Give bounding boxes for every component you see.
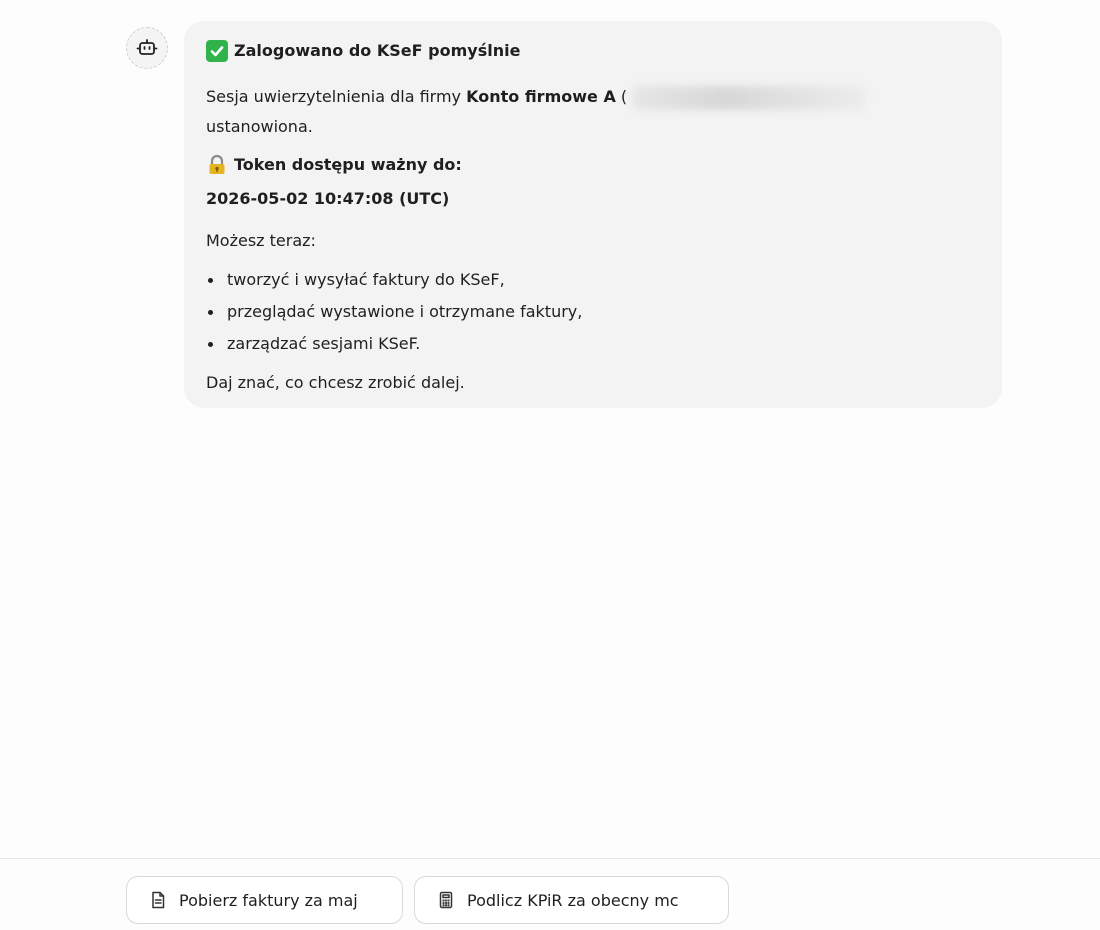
suggestion-button-download-invoices[interactable]: Pobierz faktury za maj <box>126 876 403 924</box>
capabilities-list: tworzyć i wysyłać faktury do KSeF, przeg… <box>206 264 980 360</box>
footer-divider <box>0 858 1100 859</box>
suggestion-label: Pobierz faktury za maj <box>179 890 358 910</box>
company-name: Konto firmowe A <box>466 87 616 106</box>
assistant-message-bubble: Zalogowano do KSeF pomyślnie Sesja uwier… <box>184 21 1002 408</box>
session-suffix: ustanowiona. <box>206 117 313 136</box>
list-item: zarządzać sesjami KSeF. <box>206 328 980 360</box>
list-item: przeglądać wystawione i otrzymane faktur… <box>206 296 980 328</box>
bullet <box>208 342 213 347</box>
message-title: Zalogowano do KSeF pomyślnie <box>206 40 980 62</box>
robot-icon <box>136 37 158 59</box>
token-expiry: 2026-05-02 10:47:08 (UTC) <box>206 189 450 208</box>
bullet <box>208 278 213 283</box>
suggestion-label: Podlicz KPiR za obecny mc <box>467 890 679 910</box>
calculator-icon <box>437 891 455 909</box>
bot-avatar <box>126 27 168 69</box>
suggestion-button-count-kpir[interactable]: Podlicz KPiR za obecny mc <box>414 876 729 924</box>
redacted-nip <box>633 85 866 110</box>
session-paragraph: Sesja uwierzytelnienia dla firmy Konto f… <box>206 82 980 142</box>
chat-page: Zalogowano do KSeF pomyślnie Sesja uwier… <box>0 0 1100 930</box>
list-item-text: przeglądać wystawione i otrzymane faktur… <box>227 302 583 321</box>
list-item-text: zarządzać sesjami KSeF. <box>227 334 421 353</box>
session-prefix: Sesja uwierzytelnienia dla firmy <box>206 87 467 106</box>
bullet <box>208 310 213 315</box>
message-title-text: Zalogowano do KSeF pomyślnie <box>234 41 521 60</box>
list-item: tworzyć i wysyłać faktury do KSeF, <box>206 264 980 296</box>
list-item-text: tworzyć i wysyłać faktury do KSeF, <box>227 270 505 289</box>
lock-with-key-icon <box>206 154 228 176</box>
check-mark-icon <box>206 40 228 62</box>
token-label: Token dostępu ważny do: <box>234 155 462 174</box>
paren-open: ( <box>615 87 628 106</box>
document-icon <box>149 891 167 909</box>
token-heading: Token dostępu ważny do: <box>206 152 980 178</box>
closing-text: Daj znać, co chcesz zrobić dalej. <box>206 373 465 392</box>
can-now-label: Możesz teraz: <box>206 231 316 250</box>
